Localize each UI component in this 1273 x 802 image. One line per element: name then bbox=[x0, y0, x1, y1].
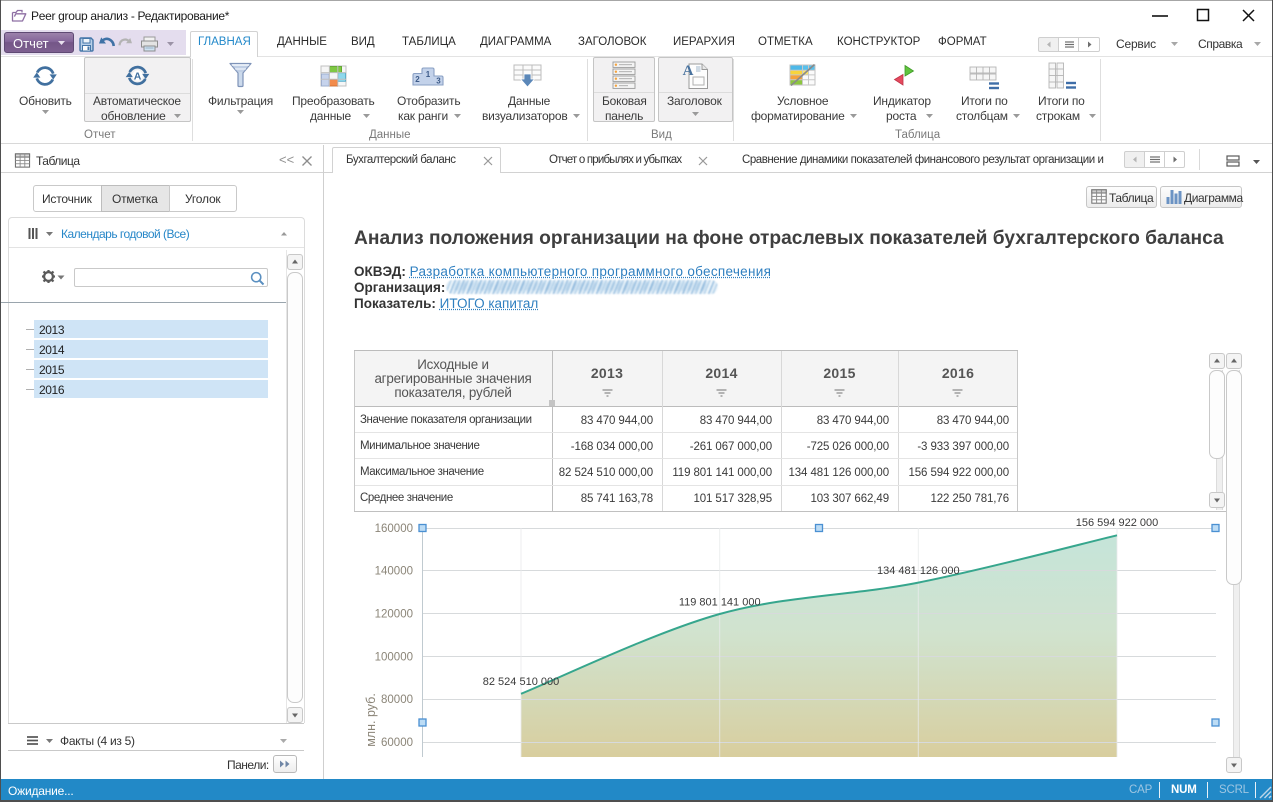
svg-text:млн. руб.: млн. руб. bbox=[364, 693, 378, 747]
svg-text:160000: 160000 bbox=[375, 523, 413, 535]
svg-text:134 481 126 000: 134 481 126 000 bbox=[877, 565, 960, 577]
svg-text:120000: 120000 bbox=[375, 609, 413, 621]
svg-text:2: 2 bbox=[415, 75, 420, 84]
svg-text:60000: 60000 bbox=[381, 737, 413, 749]
svg-text:3: 3 bbox=[436, 77, 441, 86]
svg-text:140000: 140000 bbox=[375, 566, 413, 578]
svg-text:82 524 510 000: 82 524 510 000 bbox=[483, 676, 559, 688]
svg-text:80000: 80000 bbox=[381, 694, 413, 706]
svg-text:119 801 141 000: 119 801 141 000 bbox=[679, 597, 761, 609]
svg-text:A: A bbox=[134, 70, 142, 82]
svg-text:100000: 100000 bbox=[375, 652, 413, 664]
svg-text:1: 1 bbox=[426, 70, 431, 79]
svg-text:156 594 922 000: 156 594 922 000 bbox=[1076, 517, 1159, 529]
svg-text:A: A bbox=[683, 63, 694, 79]
